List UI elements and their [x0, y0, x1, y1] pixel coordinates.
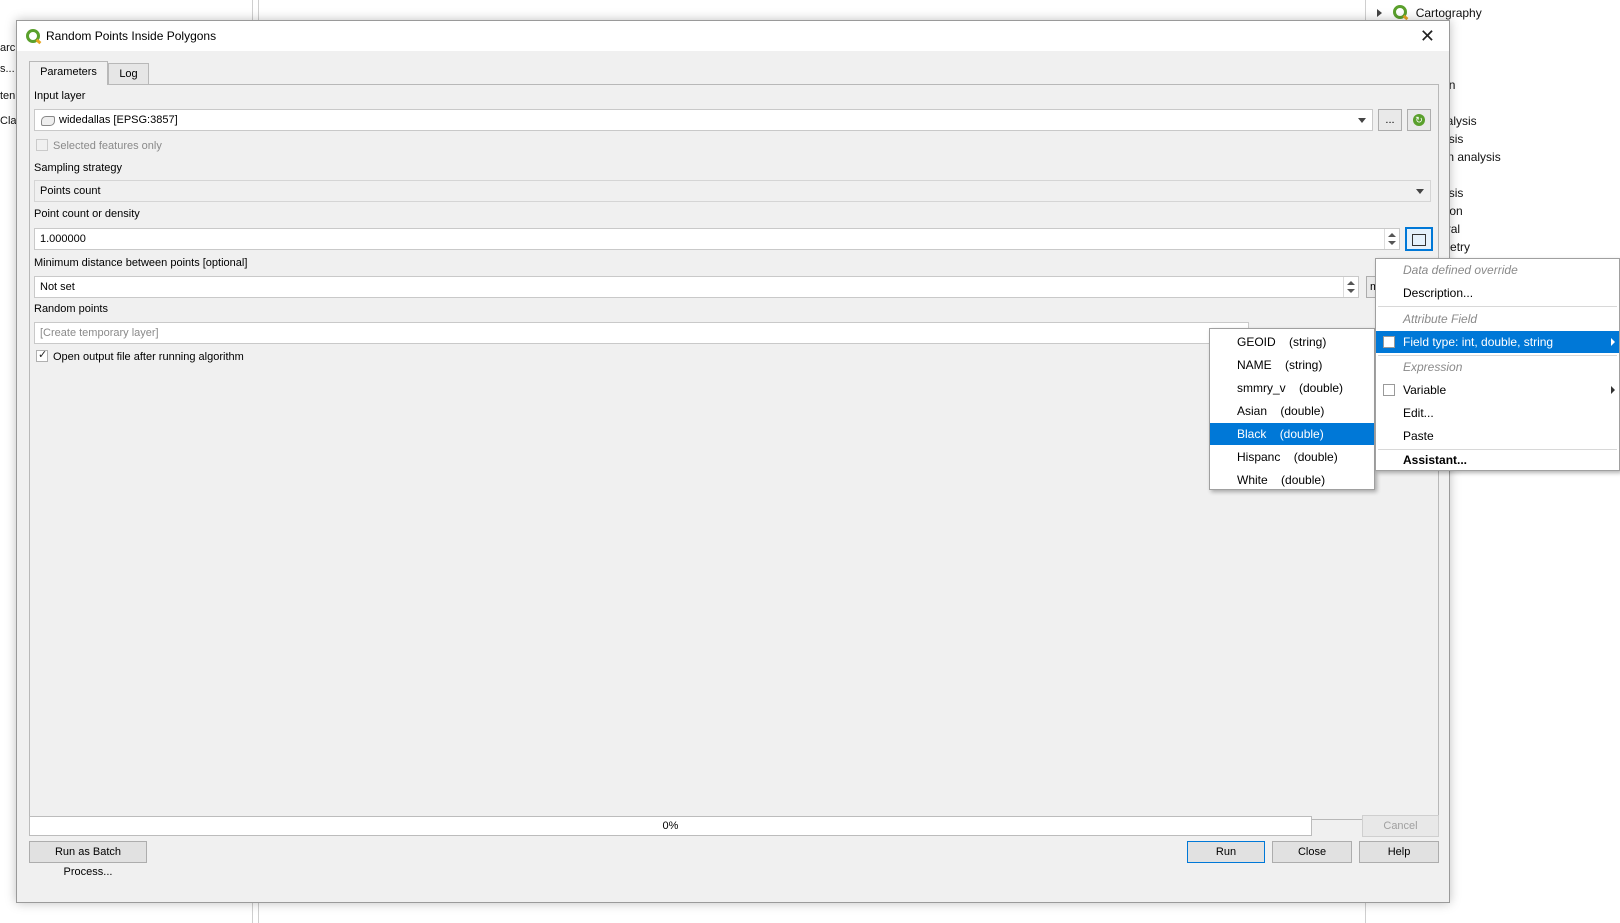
- progress-bar: 0%: [29, 816, 1312, 836]
- menu-header-expression: Expression: [1403, 360, 1463, 374]
- variable-menu-item[interactable]: Variable: [1376, 379, 1619, 401]
- variable-label: Variable: [1403, 383, 1447, 397]
- close-icon[interactable]: ✕: [1420, 26, 1435, 47]
- data-defined-override-button[interactable]: [1405, 227, 1433, 251]
- field-type: (string): [1285, 358, 1323, 372]
- sampling-strategy-value: Points count: [40, 185, 101, 197]
- open-output-label: Open output file after running algorithm: [53, 351, 244, 363]
- tab-parameters[interactable]: Parameters: [29, 61, 108, 85]
- assistant-menu-item[interactable]: Assistant...: [1376, 450, 1619, 470]
- open-output-checkbox[interactable]: [36, 348, 48, 362]
- bg-left-fragment: arc: [0, 42, 16, 54]
- cancel-button[interactable]: Cancel: [1362, 815, 1439, 837]
- field-type: (double): [1279, 427, 1324, 441]
- bg-left-fragment: s...: [0, 63, 15, 75]
- menu-header-attribute-field: Attribute Field: [1403, 312, 1478, 326]
- close-button[interactable]: Close: [1272, 841, 1352, 863]
- min-distance-spinner[interactable]: [1343, 277, 1358, 297]
- progress-text: 0%: [662, 820, 679, 832]
- batch-process-button[interactable]: Run as Batch Process...: [29, 841, 147, 878]
- sampling-strategy-combo[interactable]: Points count: [34, 180, 1431, 202]
- chevron-down-icon[interactable]: [1358, 118, 1366, 123]
- data-defined-icon: [1412, 234, 1426, 246]
- menu-separator: [1378, 306, 1617, 307]
- tab-log[interactable]: Log: [108, 63, 149, 85]
- point-count-input[interactable]: 1.000000: [34, 228, 1400, 250]
- field-type: (double): [1299, 381, 1344, 395]
- field-name: White: [1237, 473, 1268, 487]
- point-count-spinner[interactable]: [1384, 229, 1399, 249]
- qgis-icon: [1393, 5, 1408, 19]
- refresh-icon: ↻: [1413, 114, 1425, 126]
- help-button[interactable]: Help: [1359, 841, 1439, 863]
- field-item-hispanc[interactable]: Hispanc (double): [1210, 446, 1374, 468]
- field-name: Asian: [1237, 404, 1268, 418]
- field-name: GEOID: [1237, 335, 1276, 349]
- input-layer-value: widedallas [EPSG:3857]: [59, 114, 178, 126]
- random-points-placeholder: [Create temporary layer]: [40, 327, 159, 339]
- min-distance-input[interactable]: Not set: [34, 276, 1359, 298]
- data-defined-override-menu: Data defined override Description... Att…: [1375, 258, 1620, 471]
- field-type: (double): [1280, 404, 1325, 418]
- field-type: (string): [1289, 335, 1327, 349]
- field-item-black[interactable]: Black (double): [1210, 423, 1374, 445]
- field-item-name[interactable]: NAME (string): [1210, 354, 1374, 376]
- random-points-output[interactable]: [Create temporary layer]: [34, 322, 1249, 344]
- edit-menu-item[interactable]: Edit...: [1376, 402, 1619, 424]
- toolbox-item-label: Cartography: [1415, 6, 1482, 20]
- checkbox-icon: [1383, 336, 1395, 348]
- field-type: (double): [1293, 450, 1338, 464]
- field-name: NAME: [1237, 358, 1272, 372]
- random-points-label: Random points: [34, 303, 108, 315]
- run-button[interactable]: Run: [1187, 841, 1265, 863]
- submenu-arrow-icon: [1611, 338, 1615, 346]
- submenu-arrow-icon: [1611, 386, 1615, 394]
- min-distance-label: Minimum distance between points [optiona…: [34, 257, 248, 269]
- qgis-icon: [26, 29, 40, 43]
- expand-arrow-icon[interactable]: [1377, 9, 1382, 17]
- field-name: Black: [1237, 427, 1267, 441]
- field-item-geoid[interactable]: GEOID (string): [1210, 331, 1374, 353]
- min-distance-value: Not set: [40, 281, 75, 293]
- selected-features-label: Selected features only: [53, 140, 162, 152]
- paste-menu-item[interactable]: Paste: [1376, 425, 1619, 447]
- field-item-smmry-v[interactable]: smmry_v (double): [1210, 377, 1374, 399]
- field-type: (double): [1281, 473, 1326, 487]
- field-submenu: GEOID (string) NAME (string) smmry_v (do…: [1209, 328, 1375, 490]
- dialog-title: Random Points Inside Polygons: [46, 29, 217, 43]
- selected-features-checkbox[interactable]: [36, 139, 48, 151]
- input-layer-label: Input layer: [34, 90, 86, 102]
- field-item-asian[interactable]: Asian (double): [1210, 400, 1374, 422]
- browse-layer-button[interactable]: ...: [1378, 109, 1402, 131]
- iterate-layer-button[interactable]: ↻: [1407, 109, 1431, 131]
- field-name: Hispanc: [1237, 450, 1281, 464]
- bg-left-fragment: ten: [0, 90, 16, 102]
- field-name: smmry_v: [1237, 381, 1286, 395]
- sampling-strategy-label: Sampling strategy: [34, 162, 123, 174]
- toolbox-item-cartography[interactable]: Cartography: [1377, 5, 1482, 20]
- chevron-down-icon[interactable]: [1416, 189, 1424, 194]
- field-item-white[interactable]: White (double): [1210, 469, 1374, 491]
- description-menu-item[interactable]: Description...: [1376, 282, 1619, 304]
- field-type-label: Field type: int, double, string: [1403, 335, 1554, 349]
- menu-header-data-defined: Data defined override: [1403, 263, 1518, 277]
- point-count-value: 1.000000: [40, 233, 86, 245]
- point-count-label: Point count or density: [34, 208, 140, 220]
- checkbox-icon: [1383, 384, 1395, 396]
- input-layer-combo[interactable]: widedallas [EPSG:3857]: [34, 109, 1373, 131]
- polygon-layer-icon: [41, 116, 55, 126]
- field-type-menu-item[interactable]: Field type: int, double, string: [1376, 331, 1619, 353]
- title-bar[interactable]: Random Points Inside Polygons ✕: [17, 21, 1449, 51]
